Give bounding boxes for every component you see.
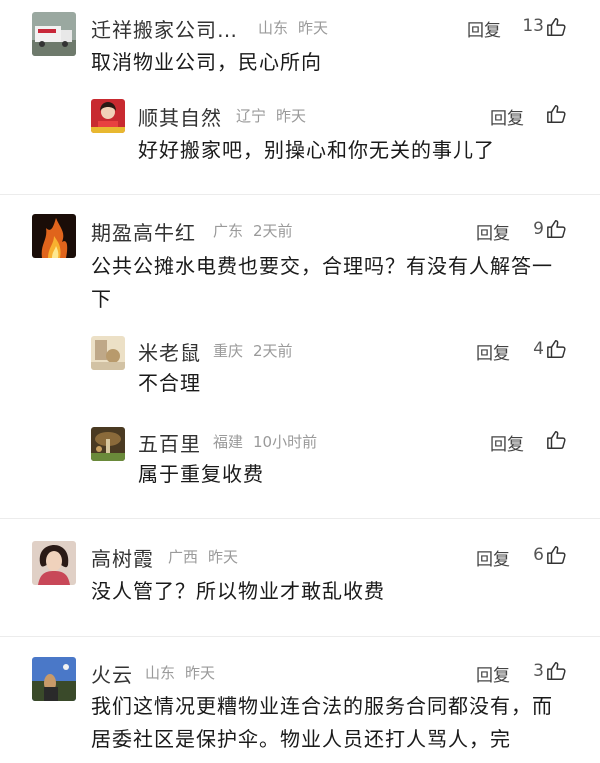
location: 山东 [258, 19, 289, 37]
comment-text: 没人管了？所以物业才敢乱收费 [91, 579, 385, 603]
time: 10小时前 [253, 433, 318, 451]
location: 广东 [213, 222, 244, 240]
like-count: 9 [533, 219, 544, 239]
reply-button[interactable]: 回复 [467, 16, 501, 41]
location: 福建 [213, 433, 244, 451]
user-name[interactable]: 顺其自然 [138, 102, 222, 131]
user-name[interactable]: 火云 [91, 659, 133, 688]
comment-text: 公共公摊水电费也要交，合理吗？有没有人解答一下 [91, 254, 553, 311]
location: 辽宁 [236, 107, 267, 125]
thumbs-up-icon[interactable] [546, 429, 568, 451]
time: 2天前 [253, 222, 293, 240]
comment-meta: 广东 2天前 [213, 220, 303, 241]
avatar[interactable] [91, 427, 125, 461]
user-name[interactable]: 期盈高牛红 [91, 217, 196, 246]
time: 昨天 [185, 664, 216, 682]
avatar[interactable] [91, 99, 125, 133]
thumbs-up-icon[interactable] [546, 16, 568, 38]
user-name[interactable]: 米老鼠 [138, 337, 201, 366]
like-count: 4 [533, 339, 544, 359]
avatar[interactable] [32, 12, 76, 56]
thumbs-up-icon[interactable] [546, 218, 568, 240]
avatar[interactable] [32, 214, 76, 258]
time: 昨天 [298, 19, 329, 37]
thumbs-up-icon[interactable] [546, 660, 568, 682]
reply-button[interactable]: 回复 [476, 219, 510, 244]
reply-button[interactable]: 回复 [490, 104, 524, 129]
time: 昨天 [208, 548, 239, 566]
user-name[interactable]: 迁祥搬家公司… [91, 14, 238, 43]
comment-text: 属于重复收费 [138, 462, 264, 486]
reply-button[interactable]: 回复 [476, 661, 510, 686]
avatar[interactable] [32, 657, 76, 701]
time: 昨天 [276, 107, 307, 125]
thumbs-up-icon[interactable] [546, 103, 568, 125]
time: 2天前 [253, 342, 293, 360]
like-count: 3 [533, 661, 544, 681]
comment-meta: 广西 昨天 [168, 546, 248, 567]
reply-button[interactable]: 回复 [476, 339, 510, 364]
reply-button[interactable]: 回复 [490, 430, 524, 455]
location: 重庆 [213, 342, 244, 360]
like-count: 13 [522, 16, 544, 36]
like-count: 6 [533, 545, 544, 565]
thumbs-up-icon[interactable] [546, 544, 568, 566]
location: 广西 [168, 548, 199, 566]
divider [0, 194, 600, 195]
comment-text: 好好搬家吧，别操心和你无关的事儿了 [138, 138, 495, 162]
avatar[interactable] [91, 336, 125, 370]
avatar[interactable] [32, 541, 76, 585]
thumbs-up-icon[interactable] [546, 338, 568, 360]
comment-meta: 重庆 2天前 [213, 340, 303, 361]
comment-meta: 辽宁 昨天 [236, 105, 316, 126]
location: 山东 [145, 664, 176, 682]
divider [0, 636, 600, 637]
user-name[interactable]: 五百里 [138, 428, 201, 457]
reply-button[interactable]: 回复 [476, 545, 510, 570]
divider [0, 518, 600, 519]
user-name[interactable]: 高树霞 [91, 543, 154, 572]
comment-meta: 山东 昨天 [145, 662, 225, 683]
comment-text: 不合理 [138, 371, 201, 395]
comment-meta: 山东 昨天 [258, 17, 338, 38]
comment-text: 我们这情况更糟物业连合法的服务合同都没有，而居委社区是保护伞。物业人员还打人骂人… [91, 694, 553, 751]
comment-text: 取消物业公司，民心所向 [91, 50, 322, 74]
comment-meta: 福建 10小时前 [213, 431, 327, 452]
